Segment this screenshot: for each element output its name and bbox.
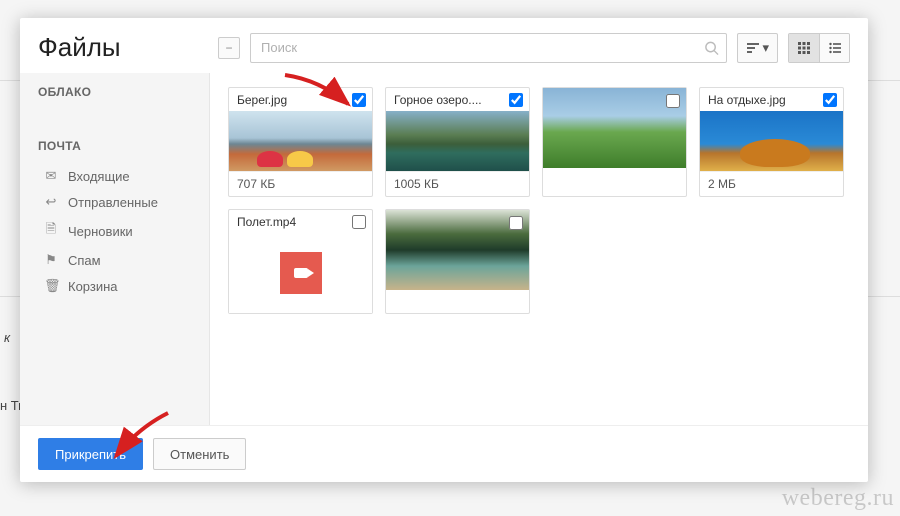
sidebar-item-drafts[interactable]: 🗎 Черновики	[20, 215, 209, 247]
file-select-checkbox[interactable]	[666, 94, 680, 108]
sidebar-item-label: Спам	[68, 253, 101, 268]
modal-title: Файлы	[38, 32, 208, 63]
sidebar-item-label: Корзина	[68, 279, 118, 294]
file-select-checkbox[interactable]	[823, 93, 837, 107]
search-icon	[704, 40, 719, 55]
sidebar-heading-mail: ПОЧТА	[20, 133, 209, 163]
file-thumbnail	[700, 111, 843, 171]
trash-icon: 🗑	[44, 278, 58, 294]
drafts-icon: 🗎	[44, 220, 58, 242]
file-name: Берег.jpg	[237, 93, 348, 107]
sort-button[interactable]: ▾	[737, 33, 778, 63]
file-tile[interactable]	[385, 209, 530, 314]
file-tile[interactable]: Горное озеро.... 1005 КБ	[385, 87, 530, 197]
caret-down-icon: ▾	[762, 40, 769, 56]
file-thumbnail	[543, 88, 686, 168]
file-grid: Берег.jpg 707 КБ Горное озеро.... 1005 КБ На…	[228, 87, 850, 314]
file-picker-modal: Файлы − ▾	[20, 18, 868, 482]
sidebar-heading-cloud[interactable]: ОБЛАКО	[20, 85, 209, 109]
file-name-row: Горное озеро....	[386, 88, 529, 111]
sent-icon: ↩	[44, 194, 58, 210]
file-select-checkbox[interactable]	[509, 216, 523, 230]
sidebar: ОБЛАКО ПОЧТА ✉ Входящие ↩ Отправленные 🗎 Черн…	[20, 73, 210, 425]
bg-label: к	[4, 330, 10, 345]
file-size: 2 МБ	[700, 171, 843, 196]
file-name-row: Полет.mp4	[229, 210, 372, 233]
spam-icon: ⚑	[44, 252, 58, 268]
file-thumbnail	[229, 233, 372, 313]
modal-header: Файлы − ▾	[20, 18, 868, 73]
cancel-button[interactable]: Отменить	[153, 438, 246, 470]
sidebar-item-sent[interactable]: ↩ Отправленные	[20, 189, 209, 215]
file-name: На отдыхе.jpg	[708, 93, 819, 107]
minus-icon: −	[225, 42, 232, 54]
list-icon	[829, 42, 841, 54]
file-tile[interactable]: На отдыхе.jpg 2 МБ	[699, 87, 844, 197]
file-content: Берег.jpg 707 КБ Горное озеро.... 1005 КБ На…	[210, 73, 868, 425]
file-name: Полет.mp4	[237, 215, 348, 229]
file-tile[interactable]: Полет.mp4	[228, 209, 373, 314]
modal-body: ОБЛАКО ПОЧТА ✉ Входящие ↩ Отправленные 🗎 Черн…	[20, 73, 868, 425]
file-thumbnail	[229, 111, 372, 171]
attach-button[interactable]: Прикрепить	[38, 438, 143, 470]
watermark: webereg.ru	[782, 485, 894, 512]
sidebar-item-trash[interactable]: 🗑 Корзина	[20, 273, 209, 299]
grid-view-button[interactable]	[789, 34, 819, 62]
list-view-button[interactable]	[819, 34, 849, 62]
sidebar-item-label: Отправленные	[68, 195, 158, 210]
file-thumbnail	[386, 210, 529, 290]
file-name-row: Берег.jpg	[229, 88, 372, 111]
file-size: 1005 КБ	[386, 171, 529, 196]
file-name-row: На отдыхе.jpg	[700, 88, 843, 111]
file-name: Горное озеро....	[394, 93, 505, 107]
file-tile[interactable]: Берег.jpg 707 КБ	[228, 87, 373, 197]
video-icon	[280, 252, 322, 294]
file-select-checkbox[interactable]	[352, 93, 366, 107]
file-thumbnail	[386, 111, 529, 171]
collapse-button[interactable]: −	[218, 37, 240, 59]
modal-footer: Прикрепить Отменить	[20, 425, 868, 482]
sort-icon	[746, 42, 760, 54]
file-size: 707 КБ	[229, 171, 372, 196]
search-wrap	[250, 33, 727, 63]
file-select-checkbox[interactable]	[352, 215, 366, 229]
sidebar-item-spam[interactable]: ⚑ Спам	[20, 247, 209, 273]
sidebar-item-inbox[interactable]: ✉ Входящие	[20, 163, 209, 189]
view-toggle	[788, 33, 850, 63]
inbox-icon: ✉	[44, 168, 58, 184]
search-input[interactable]	[250, 33, 727, 63]
file-tile[interactable]	[542, 87, 687, 197]
grid-icon	[798, 42, 810, 54]
sidebar-item-label: Входящие	[68, 169, 130, 184]
sidebar-item-label: Черновики	[68, 224, 133, 239]
file-select-checkbox[interactable]	[509, 93, 523, 107]
